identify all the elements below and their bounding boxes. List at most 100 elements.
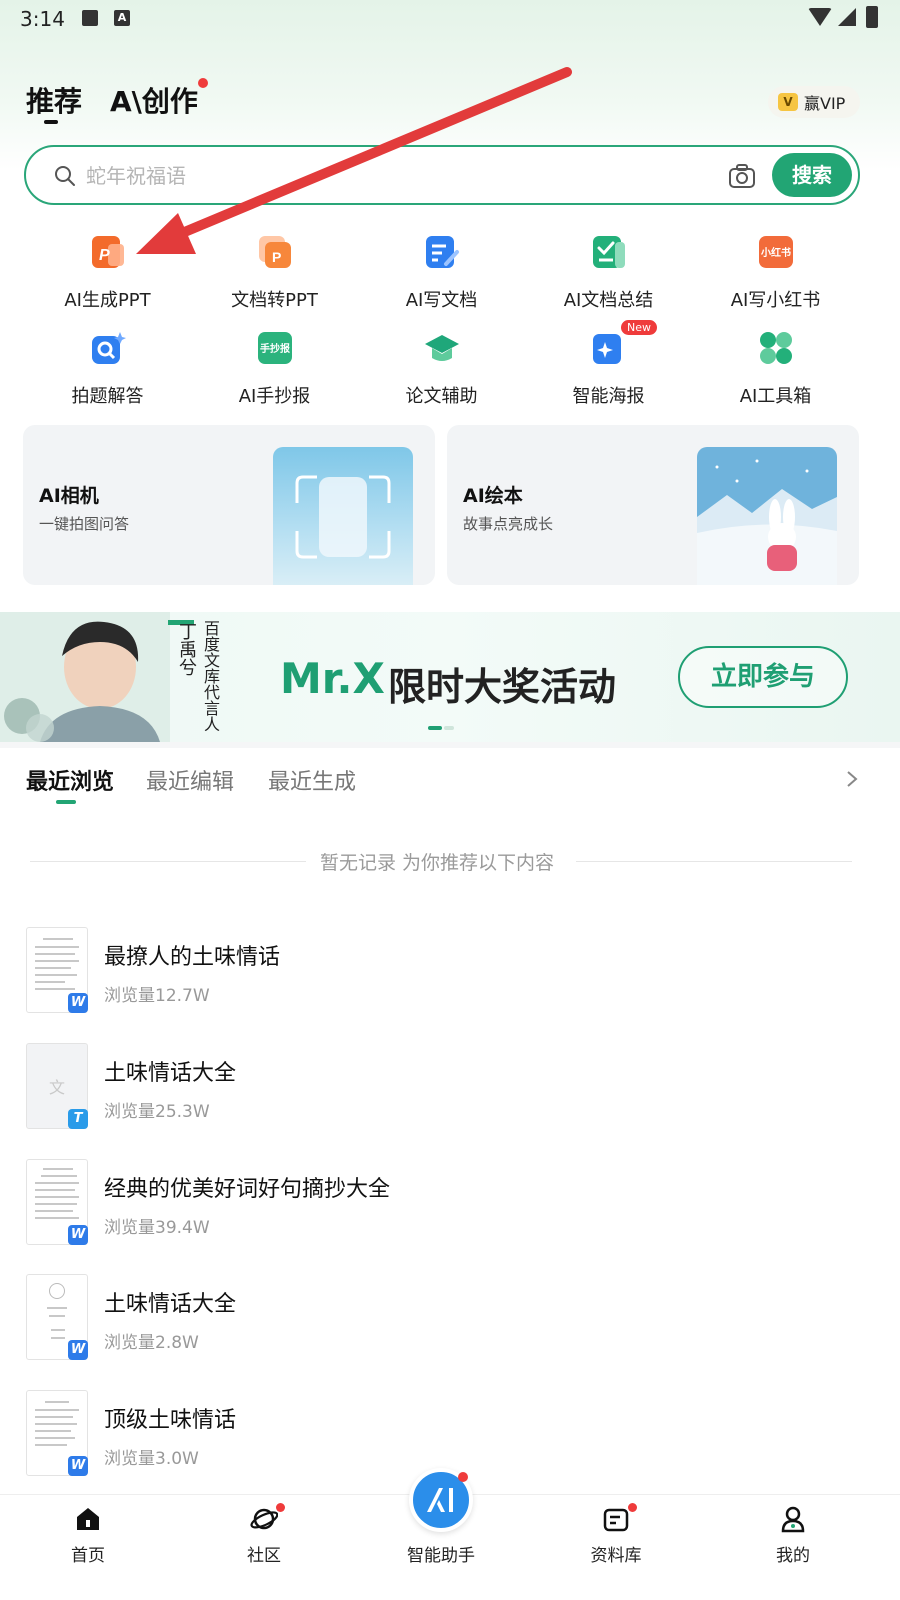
tool-ai-ppt[interactable]: P AI生成PPT: [24, 228, 191, 318]
wifi-icon: [808, 8, 832, 26]
camera-icon[interactable]: [728, 163, 756, 189]
card-title: AI相机: [39, 485, 99, 507]
ai-ppt-icon: P: [92, 236, 124, 268]
word-icon: W: [68, 1225, 88, 1245]
a-notification-icon: A: [114, 10, 130, 26]
tool-ai-doc-summary[interactable]: AI文档总结: [525, 228, 692, 318]
nav-library[interactable]: 资料库: [556, 1495, 676, 1600]
tool-label: AI工具箱: [739, 386, 812, 407]
doc-title: 顶级土味情话: [104, 1408, 237, 1433]
smart-poster-icon: [593, 334, 621, 364]
ai-picturebook-card[interactable]: AI绘本 故事点亮成长: [447, 425, 859, 585]
tool-smart-poster[interactable]: New 智能海报: [525, 320, 692, 414]
doc-to-ppt-icon: P: [259, 236, 291, 268]
word-icon: W: [68, 993, 88, 1013]
search-icon: [55, 166, 75, 186]
tool-label: AI手抄报: [238, 386, 311, 407]
nav-community[interactable]: 社区: [204, 1495, 324, 1600]
nav-badge-dot: [276, 1503, 285, 1512]
doc-item[interactable]: 文 T 土味情话大全 浏览量25.3W: [26, 1043, 866, 1133]
camera-preview-image: [273, 447, 413, 585]
ai-write-doc-icon: [426, 236, 459, 268]
doc-title: 经典的优美好词好句摘抄大全: [104, 1177, 391, 1202]
doc-title: 最撩人的土味情话: [104, 945, 281, 970]
tool-label: AI写文档: [405, 290, 478, 311]
tool-label: 拍题解答: [71, 386, 144, 407]
ai-camera-card[interactable]: AI相机 一键拍图问答: [23, 425, 435, 585]
tool-icon-text: 手抄报: [260, 344, 290, 355]
search-button[interactable]: 搜索: [772, 153, 852, 197]
doc-views: 浏览量3.0W: [104, 1449, 199, 1469]
text-file-icon: T: [68, 1109, 88, 1129]
chevron-right-icon[interactable]: [846, 770, 858, 788]
pagination-dot: [444, 726, 454, 730]
doc-item[interactable]: W 顶级土味情话 浏览量3.0W: [26, 1390, 866, 1480]
spokesperson-photo: [0, 612, 170, 742]
join-now-button[interactable]: 立即参与: [678, 646, 848, 708]
search-input[interactable]: [86, 159, 686, 193]
doc-title: 土味情话大全: [104, 1061, 237, 1086]
home-icon: [77, 1508, 99, 1530]
vip-label: 赢VIP: [804, 94, 846, 113]
tool-label: 智能海报: [572, 386, 645, 407]
create-logo-mark: A\: [110, 85, 142, 118]
tab-recommend[interactable]: 推荐: [26, 80, 82, 120]
gallery-notification-icon: [82, 10, 98, 26]
tab-create-dot: [198, 78, 208, 88]
vip-button[interactable]: V 赢VIP: [768, 86, 860, 118]
doc-item[interactable]: W 土味情话大全 浏览量2.8W: [26, 1274, 866, 1364]
status-time: 3:14: [20, 7, 65, 31]
svg-text:P: P: [272, 249, 281, 265]
card-subtitle: 一键拍图问答: [39, 515, 130, 533]
nav-home[interactable]: 首页: [28, 1495, 148, 1600]
divider-left: [30, 861, 306, 862]
doc-views: 浏览量12.7W: [104, 986, 210, 1006]
banner-title: 限时大奖活动: [388, 665, 617, 709]
battery-icon: [866, 6, 878, 28]
doc-views: 浏览量25.3W: [104, 1102, 210, 1122]
tool-doc-to-ppt[interactable]: P 文档转PPT: [191, 228, 358, 318]
ai-toolbox-icon: [760, 332, 792, 364]
assistant-badge-dot: [458, 1472, 468, 1482]
doc-item[interactable]: W 经典的优美好词好句摘抄大全 浏览量39.4W: [26, 1159, 866, 1249]
tool-ai-xiaohongshu[interactable]: 小红书 AI写小红书: [692, 228, 859, 318]
tab-active-indicator: [44, 120, 58, 124]
tool-label: AI文档总结: [563, 290, 654, 311]
word-icon: W: [68, 1340, 88, 1360]
banner-pagination: [428, 726, 454, 730]
tool-label: AI生成PPT: [64, 290, 151, 311]
nav-label: 我的: [776, 1546, 810, 1566]
spokesperson-name: 丁禹兮: [176, 622, 197, 676]
recent-tab-indicator: [56, 800, 76, 804]
tool-photo-answer[interactable]: 拍题解答: [24, 324, 191, 414]
tool-thesis-assist[interactable]: 论文辅助: [358, 324, 525, 414]
status-bar: 3:14 A: [0, 0, 900, 40]
ai-doc-summary-icon: [593, 236, 625, 268]
tool-label: AI写小红书: [730, 290, 821, 311]
nav-badge-dot: [628, 1503, 637, 1512]
profile-icon: [781, 1506, 805, 1533]
card-title: AI绘本: [463, 485, 523, 507]
doc-item[interactable]: W 最撩人的土味情话 浏览量12.7W: [26, 927, 866, 1017]
tool-ai-toolbox[interactable]: AI工具箱: [692, 324, 859, 414]
tool-icon-text: 小红书: [761, 248, 791, 259]
tool-ai-write-doc[interactable]: AI写文档: [358, 228, 525, 318]
tab-recent-edit[interactable]: 最近编辑: [146, 764, 234, 796]
search-bar: 搜索: [24, 145, 860, 205]
tab-recent-browse[interactable]: 最近浏览: [26, 764, 114, 796]
new-badge: New: [621, 320, 657, 335]
word-icon: W: [68, 1456, 88, 1476]
photo-answer-icon: [92, 332, 126, 364]
library-icon: [603, 1508, 629, 1532]
section-divider: [0, 742, 900, 748]
nav-profile[interactable]: 我的: [733, 1495, 853, 1600]
nav-label: 智能助手: [407, 1546, 475, 1566]
promo-banner[interactable]: 丁禹兮 百度文库代言人 Mr.X 限时大奖活动 立即参与: [0, 612, 900, 742]
tool-ai-handcopy[interactable]: 手抄报 AI手抄报: [191, 324, 358, 414]
card-subtitle: 故事点亮成长: [463, 515, 554, 533]
vip-icon: V: [778, 93, 798, 111]
signal-icon: [838, 8, 856, 26]
tab-create-label: 创作: [141, 85, 198, 118]
tab-create[interactable]: A\创作: [110, 80, 198, 120]
tab-recent-generate[interactable]: 最近生成: [268, 764, 356, 796]
